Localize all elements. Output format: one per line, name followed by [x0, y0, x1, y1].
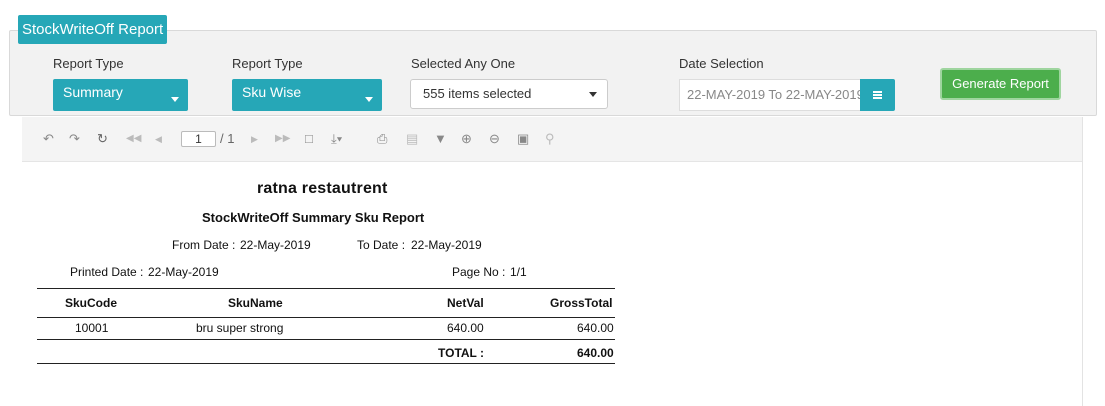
- report-type-2-select[interactable]: Sku Wise: [232, 79, 382, 111]
- cell-skucode: 10001: [75, 321, 109, 335]
- page-title: StockWriteOff Report: [18, 15, 168, 44]
- page-number-input[interactable]: [181, 131, 216, 147]
- cell-skuname: bru super strong: [196, 321, 284, 335]
- new-document-icon[interactable]: □: [305, 131, 313, 147]
- report-type-select[interactable]: Summary: [53, 79, 188, 111]
- total-gross-value: 640.00: [577, 346, 614, 360]
- page-no-value: 1/1: [510, 265, 527, 279]
- fit-icon[interactable]: ▣: [517, 131, 529, 147]
- date-range-input[interactable]: 22-MAY-2019 To 22-MAY-2019: [679, 79, 861, 111]
- table-row-rule: [37, 339, 615, 340]
- to-date-value: 22-May-2019: [411, 238, 482, 252]
- viewer-border: [1082, 117, 1083, 406]
- report-title: StockWriteOff Summary Sku Report: [202, 210, 425, 225]
- from-date-value: 22-May-2019: [240, 238, 311, 252]
- from-date-label: From Date :: [172, 238, 236, 252]
- undo-icon[interactable]: ↶: [43, 131, 54, 147]
- table-bottom-rule: [37, 363, 615, 364]
- report-type-value: Summary: [63, 84, 123, 100]
- to-date-label: To Date :: [357, 238, 406, 252]
- filter-icon[interactable]: ▼: [434, 131, 447, 147]
- redo-icon[interactable]: ↷: [69, 131, 80, 147]
- report-company: ratna restautrent: [257, 180, 388, 197]
- cell-netval: 640.00: [447, 321, 484, 335]
- printed-date-value: 22-May-2019: [148, 265, 219, 279]
- column-header-skuname: SkuName: [228, 296, 283, 310]
- items-selected-value: 555 items selected: [423, 86, 532, 101]
- print-icon[interactable]: ⎙: [377, 131, 387, 147]
- date-selection-label: Date Selection: [679, 56, 764, 71]
- save-icon[interactable]: ▤: [406, 131, 418, 147]
- cell-grosstotal: 640.00: [577, 321, 614, 335]
- total-label: TOTAL :: [438, 346, 484, 360]
- refresh-icon[interactable]: ↻: [97, 131, 108, 147]
- page-no-label: Page No :: [452, 265, 506, 279]
- first-page-icon[interactable]: ◀◀: [126, 131, 141, 147]
- search-icon[interactable]: ⚲: [545, 131, 555, 147]
- selected-any-one-label: Selected Any One: [411, 56, 516, 71]
- report-type-2-label: Report Type: [232, 56, 303, 71]
- page-total: / 1: [220, 131, 235, 146]
- prev-page-icon[interactable]: ◀: [155, 131, 162, 147]
- printed-date-label: Printed Date :: [70, 265, 144, 279]
- table-header-rule: [37, 317, 615, 318]
- column-header-grosstotal: GrossTotal: [550, 296, 613, 310]
- report-viewer-toolbar: ↶ ↷ ↻ ◀◀ ◀ / 1 ▶ ▶▶ □ ⤓▾ ⎙ ▤ ▼ ⊕ ⊖ ▣ ⚲: [22, 117, 1083, 162]
- zoom-out-icon[interactable]: ⊖: [489, 131, 500, 147]
- column-header-netval: NetVal: [447, 296, 484, 310]
- last-page-icon[interactable]: ▶▶: [275, 131, 290, 147]
- menu-icon: [873, 91, 882, 99]
- chevron-down-icon: [365, 97, 373, 102]
- report-type-2-value: Sku Wise: [242, 84, 302, 100]
- date-picker-button[interactable]: [860, 79, 895, 111]
- filter-panel: Report Type Summary Report Type Sku Wise…: [9, 30, 1097, 116]
- chevron-down-icon: [589, 92, 597, 97]
- zoom-in-icon[interactable]: ⊕: [461, 131, 472, 147]
- column-header-skucode: SkuCode: [65, 296, 118, 310]
- items-multiselect[interactable]: 555 items selected: [410, 79, 608, 109]
- chevron-down-icon: [171, 97, 179, 102]
- generate-report-button[interactable]: Generate Report: [940, 68, 1061, 100]
- next-page-icon[interactable]: ▶: [251, 131, 258, 147]
- export-icon[interactable]: ⤓▾: [331, 131, 342, 147]
- report-type-label: Report Type: [53, 56, 124, 71]
- table-top-rule: [37, 288, 615, 289]
